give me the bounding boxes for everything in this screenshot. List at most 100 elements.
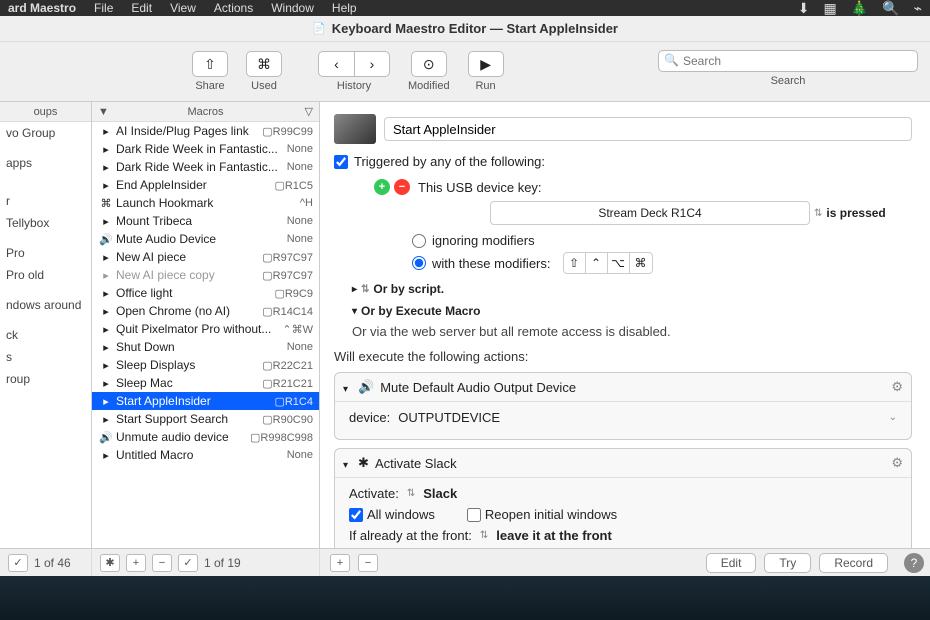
group-item[interactable]: Pro old <box>0 264 91 286</box>
group-item[interactable]: apps <box>0 152 91 174</box>
help-button[interactable]: ? <box>904 553 924 573</box>
action-activate-slack[interactable]: ✱ Activate Slack ⚙ Activate: ⇅ Slack All… <box>334 448 912 548</box>
device-select[interactable]: Stream Deck R1C4 <box>490 201 810 225</box>
menu-edit[interactable]: Edit <box>131 1 152 15</box>
used-button[interactable]: ⌘ <box>246 51 282 77</box>
enable-button[interactable]: ✓ <box>8 554 28 572</box>
macro-row[interactable]: ▸Untitled MacroNone <box>92 446 319 464</box>
record-button[interactable]: Record <box>819 553 888 573</box>
macro-row[interactable]: ▸Start AppleInsider▢R1C4 <box>92 392 319 410</box>
gear-button[interactable]: ✱ <box>100 554 120 572</box>
macro-name-input[interactable] <box>384 117 912 141</box>
device-value[interactable]: OUTPUTDEVICE <box>398 410 880 425</box>
group-item[interactable] <box>0 144 91 152</box>
group-item[interactable] <box>0 286 91 294</box>
macro-row[interactable]: ▸Dark Ride Week in Fantastic...None <box>92 140 319 158</box>
group-item[interactable] <box>0 316 91 324</box>
control-icon[interactable]: ⌁ <box>914 0 922 17</box>
history-fwd-button[interactable]: › <box>354 51 390 77</box>
withmods-radio[interactable] <box>412 256 426 270</box>
editor-column: Triggered by any of the following: + − T… <box>320 102 930 548</box>
reopen-check[interactable]: Reopen initial windows <box>467 507 617 522</box>
gear-icon[interactable]: ⚙ <box>891 455 903 471</box>
history-back-button[interactable]: ‹ <box>318 51 354 77</box>
dropbox-icon[interactable]: ⬇ <box>798 0 810 17</box>
modified-button[interactable]: ⊙ <box>411 51 447 77</box>
macros-header[interactable]: ▼ Macros ▽ <box>92 102 319 122</box>
group-item[interactable] <box>0 174 91 182</box>
enable-macro-button[interactable]: ✓ <box>178 554 198 572</box>
macro-row[interactable]: ▸Office light▢R9C9 <box>92 284 319 302</box>
menu-help[interactable]: Help <box>332 1 357 15</box>
macro-row[interactable]: ▸End AppleInsider▢R1C5 <box>92 176 319 194</box>
add-trigger-button[interactable]: + <box>374 179 390 195</box>
chevron-updown-icon[interactable]: ⇅ <box>480 530 488 541</box>
or-script-disclosure[interactable]: ⇅Or by script. <box>352 282 912 296</box>
group-item[interactable]: ndows around <box>0 294 91 316</box>
group-item[interactable]: Pro <box>0 242 91 264</box>
group-item[interactable] <box>0 182 91 190</box>
shift-mod-icon[interactable]: ⇧ <box>564 253 586 273</box>
ctrl-mod-icon[interactable]: ⌃ <box>586 253 608 273</box>
opt-mod-icon[interactable]: ⌥ <box>608 253 630 273</box>
remove-action-button[interactable]: − <box>358 554 378 572</box>
search-input[interactable] <box>658 50 918 72</box>
macro-row[interactable]: ⌘Launch Hookmark^H <box>92 194 319 212</box>
chevron-down-icon[interactable]: ⌄ <box>889 412 897 423</box>
macro-row[interactable]: ▸Sleep Displays▢R22C21 <box>92 356 319 374</box>
group-item[interactable]: Tellybox <box>0 212 91 234</box>
cmd-mod-icon[interactable]: ⌘ <box>630 253 652 273</box>
macro-row[interactable]: ▸New AI piece▢R97C97 <box>92 248 319 266</box>
front-value[interactable]: leave it at the front <box>496 528 612 543</box>
try-button[interactable]: Try <box>764 553 811 573</box>
group-item[interactable] <box>0 234 91 242</box>
remove-trigger-button[interactable]: − <box>394 179 410 195</box>
gear-icon[interactable]: ⚙ <box>891 379 903 395</box>
activate-value[interactable]: Slack <box>423 486 457 501</box>
run-button[interactable]: ▶ <box>468 51 504 77</box>
macro-row[interactable]: ▸Mount TribecaNone <box>92 212 319 230</box>
edit-button[interactable]: Edit <box>706 553 757 573</box>
chevron-updown-icon[interactable]: ⇅ <box>814 208 822 219</box>
remove-button[interactable]: − <box>152 554 172 572</box>
sort2-icon[interactable]: ▽ <box>305 105 313 118</box>
macro-row[interactable]: ▸Dark Ride Week in Fantastic...None <box>92 158 319 176</box>
modifier-box[interactable]: ⇧ ⌃ ⌥ ⌘ <box>563 252 653 274</box>
menu-file[interactable]: File <box>94 1 113 15</box>
group-item[interactable]: ck <box>0 324 91 346</box>
macro-row[interactable]: ▸New AI piece copy▢R97C97 <box>92 266 319 284</box>
menu-actions[interactable]: Actions <box>214 1 253 15</box>
disclosure-icon[interactable] <box>343 380 352 395</box>
search-icon[interactable]: 🔍 <box>882 0 899 17</box>
share-button[interactable]: ⇧ <box>192 51 228 77</box>
chevron-updown-icon[interactable]: ⇅ <box>407 488 415 499</box>
groups-header[interactable]: oups <box>0 102 91 122</box>
or-execute-disclosure[interactable]: Or by Execute Macro <box>352 304 912 318</box>
is-pressed-label[interactable]: is pressed <box>826 206 885 220</box>
ignoring-radio[interactable] <box>412 234 426 248</box>
sort-icon[interactable]: ▼ <box>98 106 109 118</box>
macro-row[interactable]: ▸AI Inside/Plug Pages link▢R99C99 <box>92 122 319 140</box>
group-item[interactable]: s <box>0 346 91 368</box>
macro-row[interactable]: ▸Shut DownNone <box>92 338 319 356</box>
ignoring-label: ignoring modifiers <box>432 233 535 248</box>
triggered-checkbox[interactable] <box>334 155 348 169</box>
group-item[interactable]: roup <box>0 368 91 390</box>
disclosure-icon[interactable] <box>343 456 352 471</box>
macro-row[interactable]: 🔊Unmute audio device▢R998C998 <box>92 428 319 446</box>
macro-row[interactable]: ▸Start Support Search▢R90C90 <box>92 410 319 428</box>
add-action-button[interactable]: + <box>330 554 350 572</box>
tree-icon[interactable]: 🎄 <box>851 0 868 17</box>
macro-row[interactable]: ▸Sleep Mac▢R21C21 <box>92 374 319 392</box>
macro-row[interactable]: ▸Quit Pixelmator Pro without...⌃⌘W <box>92 320 319 338</box>
group-item[interactable]: r <box>0 190 91 212</box>
grid-icon[interactable]: ▦ <box>823 0 836 17</box>
menu-window[interactable]: Window <box>271 1 314 15</box>
menu-view[interactable]: View <box>170 1 196 15</box>
group-item[interactable]: vo Group <box>0 122 91 144</box>
add-button[interactable]: + <box>126 554 146 572</box>
macro-row[interactable]: 🔊Mute Audio DeviceNone <box>92 230 319 248</box>
all-windows-check[interactable]: All windows <box>349 507 435 522</box>
action-mute-audio[interactable]: 🔊 Mute Default Audio Output Device ⚙ dev… <box>334 372 912 440</box>
macro-row[interactable]: ▸Open Chrome (no AI)▢R14C14 <box>92 302 319 320</box>
